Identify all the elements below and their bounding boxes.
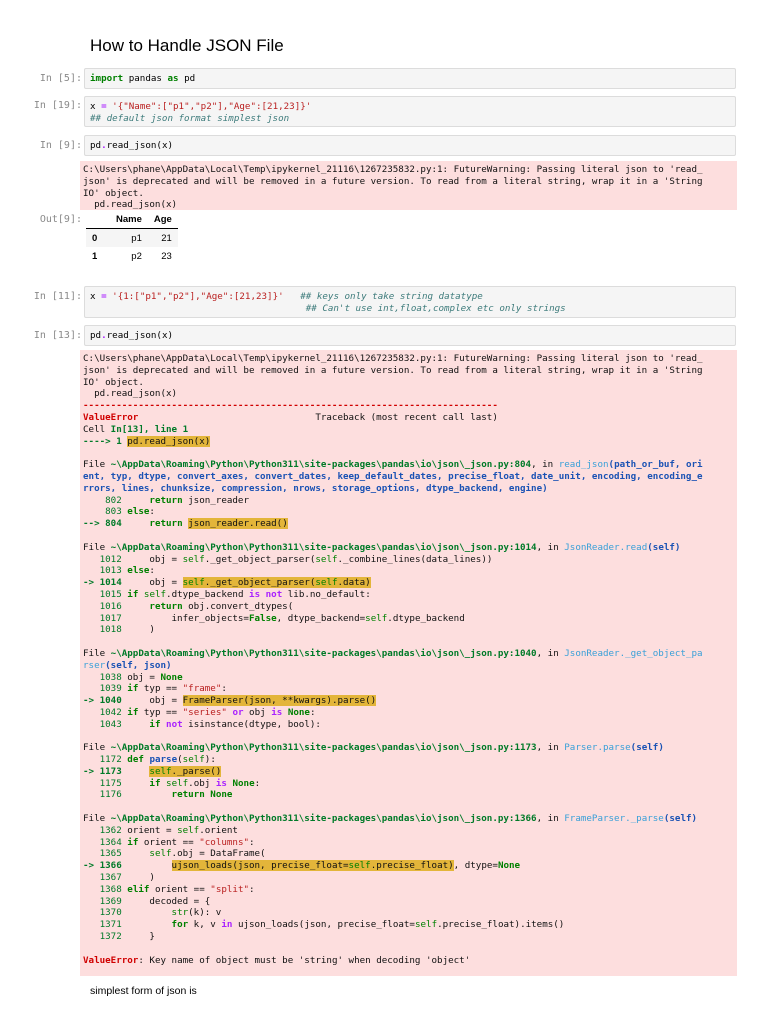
cell-prompt-in13: In [13]:	[33, 330, 82, 341]
markdown-text: simplest form of json is	[90, 985, 197, 997]
code-cell-invalid-json[interactable]: x = '{1:["p1","p2"],"Age":[21,23]}' ## k…	[84, 286, 736, 318]
dataframe-output: Name Age 0 p1 21 1 p2 23	[86, 210, 178, 265]
warning-output-1: C:\Users\phane\AppData\Local\Temp\ipyker…	[80, 161, 737, 210]
traceback-output: C:\Users\phane\AppData\Local\Temp\ipyker…	[80, 350, 737, 976]
table-cell: p1	[131, 232, 142, 244]
warning-output-2: C:\Users\phane\AppData\Local\Temp\ipyker…	[83, 353, 703, 400]
code-cell-define-json[interactable]: x = '{"Name":["p1","p2"],"Age":[21,23]}'…	[84, 96, 736, 127]
table-header	[86, 210, 104, 229]
cell-prompt-in5: In [5]:	[39, 73, 82, 84]
final-error-message: Key name of object must be 'string' when…	[149, 954, 471, 966]
cell-prompt-in9: In [9]:	[39, 140, 82, 151]
table-header: Name	[103, 210, 148, 229]
table-cell: 21	[161, 232, 172, 244]
table-row: 0 p1 21	[86, 228, 178, 247]
code-cell-read-json[interactable]: pd.read_json(x)	[84, 135, 736, 156]
table-cell: 23	[161, 250, 172, 262]
code-cell-import-pandas[interactable]: import pandas as pd	[84, 68, 736, 89]
cell-prompt-in19: In [19]:	[33, 100, 82, 111]
table-header: Age	[147, 210, 178, 229]
cell-prompt-out9: Out[9]:	[39, 214, 82, 225]
row-index: 0	[92, 232, 98, 244]
code-cell-read-json-error[interactable]: pd.read_json(x)	[84, 325, 736, 346]
page-title: How to Handle JSON File	[90, 36, 284, 55]
row-index: 1	[92, 250, 98, 262]
cell-prompt-in11: In [11]:	[33, 291, 82, 302]
table-row: 1 p2 23	[86, 247, 178, 265]
table-cell: p2	[131, 250, 142, 262]
